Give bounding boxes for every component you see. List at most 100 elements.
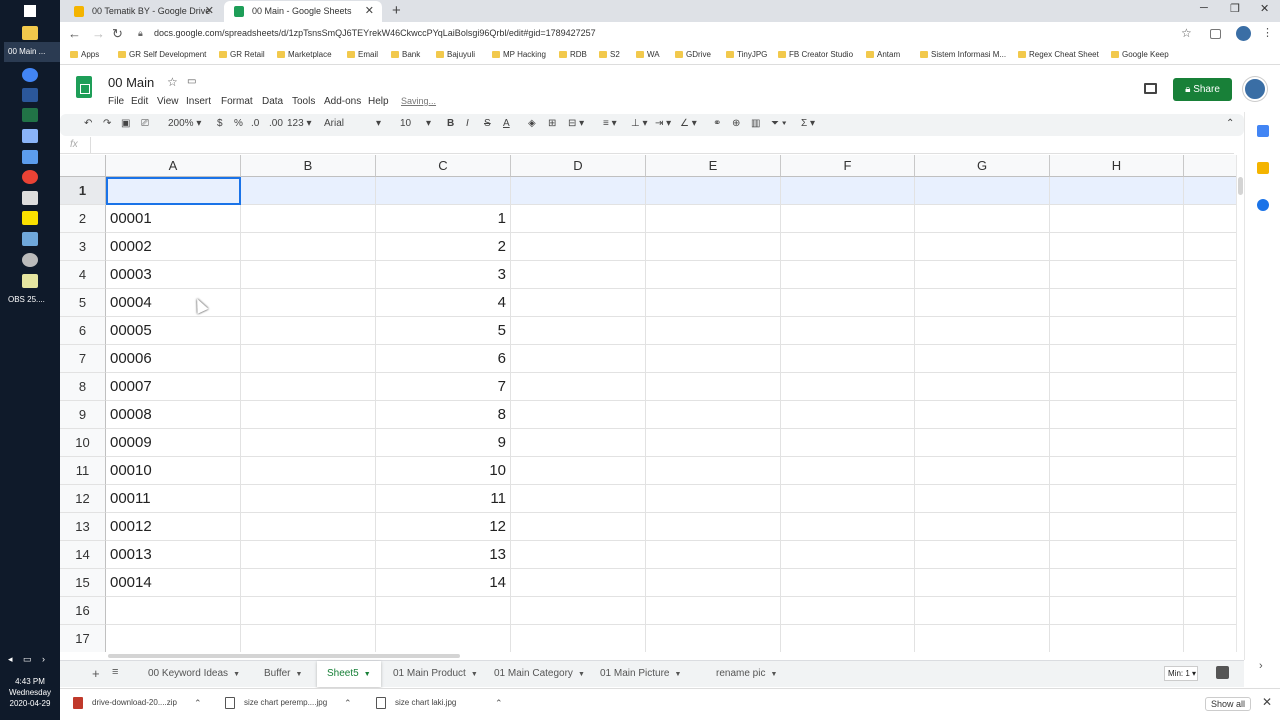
column-header-f[interactable]: F xyxy=(781,155,915,177)
chevron-down-icon[interactable]: ▼ xyxy=(233,671,240,678)
grid-cell[interactable]: 00005 xyxy=(106,317,241,345)
show-all-button[interactable]: Show all xyxy=(1205,697,1252,711)
menu-edit[interactable]: Edit xyxy=(131,96,148,107)
close-downloads-icon[interactable]: ✕ xyxy=(1262,695,1272,709)
grid-cell[interactable] xyxy=(915,485,1050,513)
paint-format-icon[interactable]: ⎚ xyxy=(141,118,149,129)
sheet-tab[interactable]: Buffer ▼ xyxy=(254,661,312,687)
row-header[interactable]: 12 xyxy=(60,485,106,513)
grid-cell[interactable] xyxy=(1050,373,1184,401)
share-button[interactable]: 🔒︎ Share xyxy=(1173,78,1232,101)
grid-cell[interactable] xyxy=(915,177,1050,205)
grid-cell[interactable] xyxy=(241,485,376,513)
grid-cell[interactable] xyxy=(781,317,915,345)
bookmark-item[interactable]: Antam xyxy=(866,50,900,59)
merge-cells-icon[interactable]: ⊟ ▾ xyxy=(568,118,584,129)
grid-cell[interactable]: 00010 xyxy=(106,457,241,485)
menu-help[interactable]: Help xyxy=(368,96,389,107)
grid-cell[interactable] xyxy=(376,597,511,625)
grid-cell[interactable] xyxy=(646,373,781,401)
chevron-down-icon[interactable]: ▼ xyxy=(471,671,478,678)
grid-cell[interactable] xyxy=(511,429,646,457)
bookmark-item[interactable]: S2 xyxy=(599,50,620,59)
insert-comment-icon[interactable]: ⊕ xyxy=(732,118,740,129)
grid-cell[interactable] xyxy=(241,625,376,652)
bookmark-item[interactable]: Sistem Informasi M... xyxy=(920,50,1006,59)
currency-format-button[interactable]: $ xyxy=(217,118,223,129)
grid-cell[interactable] xyxy=(646,569,781,597)
bookmark-item[interactable]: MP Hacking xyxy=(492,50,546,59)
grid-cell[interactable]: 9 xyxy=(376,429,511,457)
chevron-down-icon[interactable]: ▼ xyxy=(770,671,777,678)
grid-cell[interactable]: 00007 xyxy=(106,373,241,401)
grid-cell[interactable] xyxy=(511,317,646,345)
grid-cell[interactable] xyxy=(646,625,781,652)
row-header[interactable]: 6 xyxy=(60,317,106,345)
grid-cell[interactable] xyxy=(241,205,376,233)
column-header-e[interactable]: E xyxy=(646,155,781,177)
new-tab-button[interactable]: + xyxy=(392,1,401,21)
grid-cell[interactable] xyxy=(915,429,1050,457)
column-header-h[interactable]: H xyxy=(1050,155,1184,177)
grid-cell[interactable] xyxy=(1184,513,1236,541)
close-tab-icon[interactable]: ✕ xyxy=(205,1,214,22)
row-header[interactable]: 7 xyxy=(60,345,106,373)
filter-icon[interactable]: ⏷ ▾ xyxy=(771,118,787,129)
grid-cell[interactable] xyxy=(241,373,376,401)
grid-cell[interactable] xyxy=(1184,233,1236,261)
grid-cell[interactable] xyxy=(1184,261,1236,289)
grid-cell[interactable] xyxy=(511,625,646,652)
grid-cell[interactable] xyxy=(241,233,376,261)
menu-addons[interactable]: Add-ons xyxy=(324,96,361,107)
row-header[interactable]: 16 xyxy=(60,597,106,625)
profile-avatar[interactable] xyxy=(1236,26,1251,41)
grid-cell[interactable] xyxy=(241,597,376,625)
grid-cell[interactable] xyxy=(781,569,915,597)
grid-cell[interactable] xyxy=(646,205,781,233)
grid-cell[interactable] xyxy=(1050,261,1184,289)
row-header[interactable]: 17 xyxy=(60,625,106,652)
menu-tools[interactable]: Tools xyxy=(292,96,315,107)
grid-cell[interactable] xyxy=(241,429,376,457)
grid-cell[interactable] xyxy=(376,177,511,205)
sticky-notes-icon[interactable] xyxy=(22,211,38,225)
grid-cell[interactable] xyxy=(241,289,376,317)
sheet-tab[interactable]: 01 Main Category ▼ xyxy=(484,661,595,687)
row-header[interactable]: 10 xyxy=(60,429,106,457)
grid-cell[interactable]: 00011 xyxy=(106,485,241,513)
grid-cell[interactable] xyxy=(511,513,646,541)
grid-cell[interactable] xyxy=(241,261,376,289)
menu-insert[interactable]: Insert xyxy=(186,96,211,107)
download-item[interactable]: size chart laki.jpg ⌃ xyxy=(373,697,503,709)
sheet-tab[interactable]: 01 Main Picture ▼ xyxy=(590,661,691,687)
add-sheet-icon[interactable]: + xyxy=(92,666,100,681)
app-icon[interactable] xyxy=(22,150,38,164)
decrease-decimal-button[interactable]: .0 xyxy=(251,118,259,129)
increase-decimal-button[interactable]: .00 xyxy=(269,118,283,129)
grid-cell[interactable] xyxy=(915,597,1050,625)
grid-cell[interactable] xyxy=(915,513,1050,541)
grid-cell[interactable] xyxy=(915,289,1050,317)
grid-cell[interactable] xyxy=(646,429,781,457)
bold-button[interactable]: B xyxy=(447,118,454,129)
grid-cell[interactable]: 13 xyxy=(376,541,511,569)
row-header[interactable]: 11 xyxy=(60,457,106,485)
grid-cell[interactable] xyxy=(646,261,781,289)
column-header-overflow[interactable] xyxy=(1184,155,1236,177)
all-sheets-icon[interactable]: ≡ xyxy=(112,666,118,678)
grid-cell[interactable] xyxy=(1050,513,1184,541)
grid-cell[interactable] xyxy=(241,345,376,373)
grid-cell[interactable] xyxy=(915,345,1050,373)
italic-button[interactable]: I xyxy=(466,118,469,129)
horizontal-scrollbar[interactable] xyxy=(106,652,1236,660)
grid-cell[interactable] xyxy=(241,401,376,429)
taskbar-window-sheets[interactable]: 00 Main ... xyxy=(4,42,60,62)
menu-data[interactable]: Data xyxy=(262,96,283,107)
grid-cell[interactable] xyxy=(511,597,646,625)
grid-cell[interactable] xyxy=(376,625,511,652)
grid-cell[interactable] xyxy=(781,289,915,317)
grid-cell[interactable] xyxy=(781,373,915,401)
grid-cell[interactable] xyxy=(1050,205,1184,233)
grid-cell[interactable]: 2 xyxy=(376,233,511,261)
column-header-c[interactable]: C xyxy=(376,155,511,177)
